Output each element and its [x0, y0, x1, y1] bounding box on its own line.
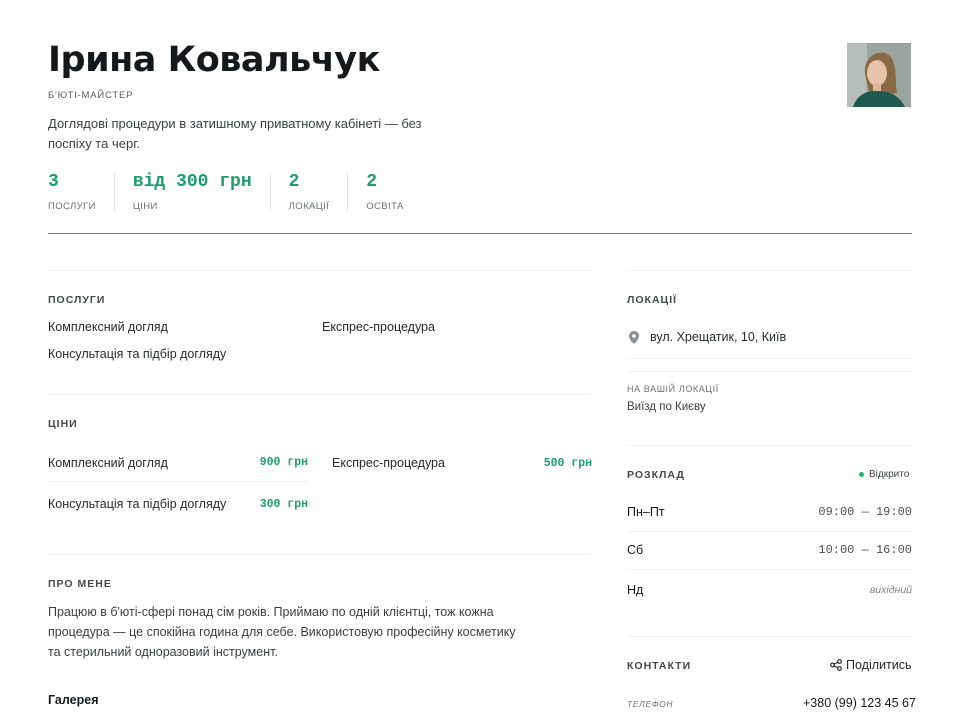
service-item[interactable]: Експрес-процедура [322, 320, 435, 334]
share-label: Поділитись [846, 658, 912, 672]
price-name: Комплексний догляд [48, 455, 168, 470]
stat-label: ЛОКАЦІЇ [288, 201, 330, 212]
stat-value: від 300 грн [132, 172, 252, 192]
prices-title: ЦІНИ [48, 418, 78, 430]
locations-title: ЛОКАЦІЇ [627, 294, 678, 306]
schedule-title: РОЗКЛАД [627, 469, 685, 481]
schedule-hours: 10:00 — 16:00 [818, 543, 912, 557]
schedule-day: Сб [627, 543, 644, 557]
services-title: ПОСЛУГИ [48, 294, 106, 306]
stat-prices: від 300 грн ЦІНИ [133, 172, 271, 212]
schedule-row: Пн–Пт 09:00 — 19:00 [627, 492, 912, 532]
price-value: 300 грн [259, 497, 308, 511]
stat-label: ЦІНИ [132, 201, 158, 212]
stat-education: 2 ОСВІТА [366, 172, 421, 212]
service-item[interactable]: Комплексний догляд [48, 320, 168, 334]
contacts-title: КОНТАКТИ [627, 660, 692, 672]
schedule-hours: вихідний [869, 583, 912, 596]
share-button[interactable]: Поділитись [830, 658, 911, 672]
profile-role: Б'ЮТІ-МАЙСТЕР [48, 90, 134, 101]
address-text: вул. Хрещатик, 10, Київ [650, 330, 787, 344]
stat-locations: 2 ЛОКАЦІЇ [289, 172, 349, 212]
schedule-day: Пн–Пт [627, 504, 665, 519]
divider [627, 358, 912, 359]
price-name: Консультація та підбір догляду [48, 497, 227, 511]
stat-value: 2 [366, 172, 378, 192]
location-address[interactable]: вул. Хрещатик, 10, Київ [627, 330, 786, 344]
price-value: 500 грн [543, 456, 592, 470]
about-title: ПРО МЕНЕ [48, 578, 112, 590]
price-value: 900 грн [259, 456, 308, 469]
share-icon [830, 659, 842, 671]
status-dot [859, 472, 864, 477]
divider [627, 371, 912, 372]
divider [48, 270, 591, 271]
at-your-location-label: НА ВАШІЙ ЛОКАЦІЇ [627, 384, 719, 394]
schedule-hours: 09:00 — 19:00 [818, 504, 912, 519]
schedule-row: Сб 10:00 — 16:00 [627, 531, 912, 570]
price-row: Консультація та підбір догляду 300 грн [48, 485, 308, 523]
avatar-photo [847, 43, 911, 107]
schedule-row: Нд вихідний [627, 570, 912, 609]
schedule-day: Нд [627, 582, 644, 597]
stats-bar: 3 ПОСЛУГИ від 300 грн ЦІНИ 2 ЛОКАЦІЇ 2 О… [48, 172, 440, 216]
status-text: Відкрито [869, 469, 910, 480]
stat-services: 3 ПОСЛУГИ [48, 172, 115, 212]
avatar[interactable] [847, 43, 911, 107]
phone-number[interactable]: +380 (99) 123 45 67 [803, 696, 916, 710]
header-divider [48, 233, 912, 234]
profile-name: Ірина Ковальчук [48, 40, 380, 80]
open-status: Відкрито [859, 469, 909, 480]
divider [627, 636, 912, 637]
at-your-location-value: Виїзд по Києву [627, 401, 706, 413]
price-name: Експрес-процедура [332, 456, 445, 470]
stat-label: ПОСЛУГИ [48, 201, 96, 212]
location-pin-icon [627, 330, 641, 344]
price-row: Комплексний догляд 900 грн [48, 444, 308, 482]
divider [627, 270, 912, 271]
profile-tagline: Доглядові процедури в затишному приватно… [48, 116, 422, 151]
gallery-title: Галерея [48, 693, 99, 707]
about-text: Працюю в б'юті-сфері понад сім років. Пр… [48, 605, 516, 659]
divider [627, 445, 912, 446]
divider [48, 554, 591, 555]
phone-label: ТЕЛЕФОН [627, 699, 674, 709]
divider [48, 394, 591, 395]
stat-value: 2 [288, 172, 300, 192]
stat-value: 3 [48, 172, 59, 192]
stat-label: ОСВІТА [366, 201, 404, 212]
price-row: Експрес-процедура 500 грн [332, 444, 592, 482]
service-item[interactable]: Консультація та підбір догляду [48, 347, 226, 361]
